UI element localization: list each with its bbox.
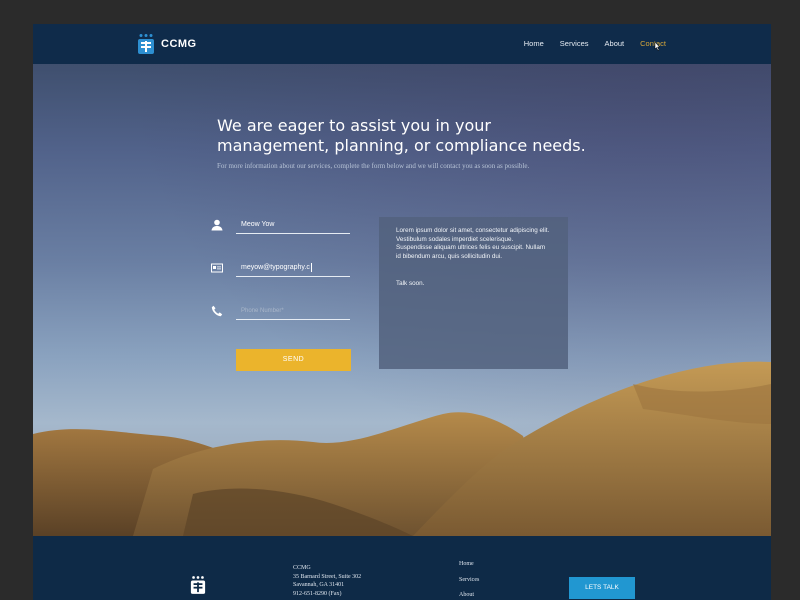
nav-links: Home Services About Contact [524,39,666,48]
id-card-icon [211,263,223,273]
footer-links: Home Services About [459,561,479,600]
hand-cursor-icon [654,42,660,51]
email-field-row: meyow@typography.c [211,262,351,282]
ccmg-logo-icon [138,34,154,54]
phone-input[interactable]: Phone Number* [236,305,350,320]
brand-name: CCMG [161,38,197,50]
footer-link-home[interactable]: Home [459,561,479,577]
footer-logo-icon [190,576,206,594]
footer-address: CCMG 35 Barnard Street, Suite 302 Savann… [293,565,362,597]
message-body: Lorem ipsum dolor sit amet, consectetur … [396,227,550,260]
top-navbar: CCMG Home Services About Contact [33,24,771,64]
footer: CCMG 35 Barnard Street, Suite 302 Savann… [33,536,771,600]
brand-logo[interactable]: CCMG [137,33,197,55]
phone-field-row: Phone Number* [211,305,351,325]
browser-page: CCMG Home Services About Contact We are … [33,24,771,600]
hero-headline: We are eager to assist you in your manag… [217,116,586,155]
name-input[interactable]: Meow Yow [236,219,350,234]
phone-icon [211,305,223,317]
name-field-row: Meow Yow [211,219,351,239]
user-icon [211,219,223,231]
send-button[interactable]: SEND [236,349,351,371]
nav-services[interactable]: Services [560,39,589,48]
footer-link-services[interactable]: Services [459,577,479,593]
nav-home[interactable]: Home [524,39,544,48]
nav-about[interactable]: About [605,39,625,48]
hero-subtitle: For more information about our services,… [217,162,530,170]
lets-talk-button[interactable]: LETS TALK [569,577,635,599]
hero-section: We are eager to assist you in your manag… [33,64,771,536]
email-input[interactable]: meyow@typography.c [236,262,350,277]
text-caret [310,262,312,272]
message-panel: Lorem ipsum dolor sit amet, consectetur … [379,217,568,369]
footer-link-about[interactable]: About [459,592,479,600]
message-signoff: Talk soon. [396,280,425,287]
